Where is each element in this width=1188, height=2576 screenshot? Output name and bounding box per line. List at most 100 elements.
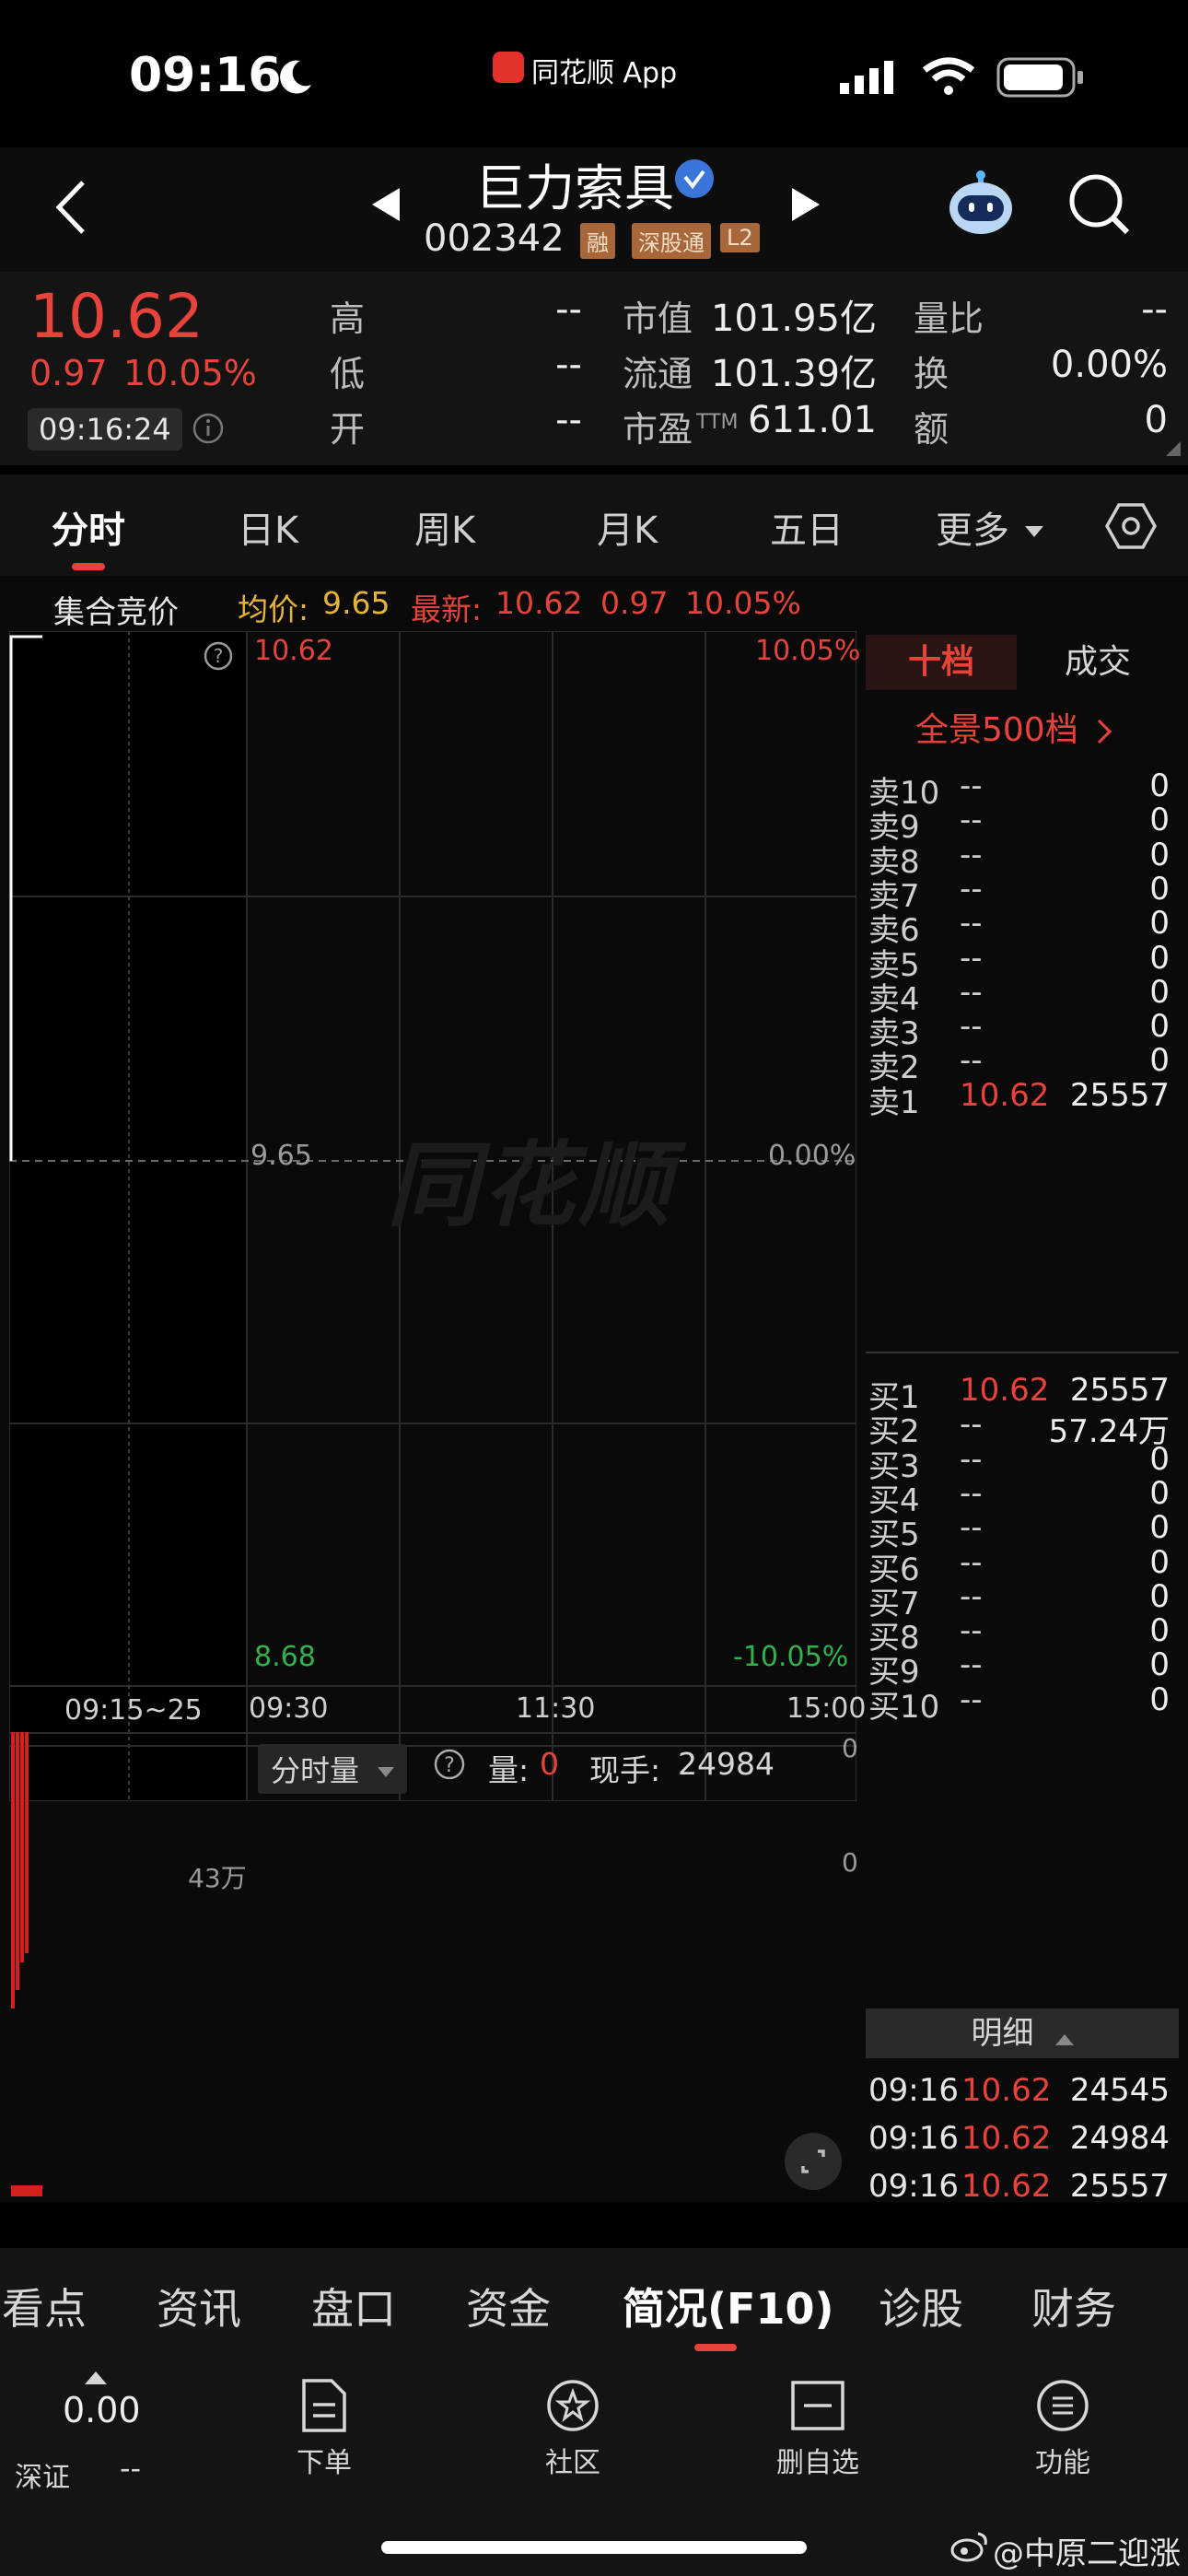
detail-header[interactable]: 明细: [866, 2008, 1179, 2058]
vol-axis-top: 0: [842, 1733, 858, 1763]
app-label: 同花顺 App: [531, 57, 678, 89]
community-button[interactable]: 社区: [490, 2377, 656, 2480]
document-icon: [302, 2379, 346, 2432]
auction-volume-svg: [11, 1732, 29, 2008]
caret-down-icon: [1024, 526, 1043, 537]
index-widget[interactable]: 0.00 深证 --: [9, 2368, 175, 2506]
tab-trades[interactable]: 成交: [1017, 635, 1179, 690]
stock-title: 巨力索具: [475, 159, 674, 217]
tab-diagnosis[interactable]: 诊股: [879, 2276, 963, 2336]
auction-label: 集合竞价: [53, 594, 179, 631]
low-label: 低: [330, 354, 366, 394]
tab-five-day[interactable]: 五日: [770, 500, 844, 554]
price-axis-bottom: 8.68: [254, 1641, 316, 1673]
tab-intraday[interactable]: 分时: [52, 500, 125, 554]
stock-code: 002342: [424, 217, 565, 260]
trade-price: 10.62: [961, 2168, 1052, 2205]
panorama-link[interactable]: 全景500档: [915, 703, 1112, 751]
star-badge-icon: [547, 2380, 599, 2431]
time-open: 09:30: [249, 1692, 329, 1725]
bid-level-label: 买10: [868, 1688, 940, 1726]
price-change: 0.97: [29, 353, 108, 393]
trade-volume: 24545: [1069, 2072, 1170, 2109]
low-value: --: [555, 344, 582, 386]
chevron-left-icon: [55, 181, 85, 234]
active-bottom-tab-indicator: [694, 2344, 737, 2351]
market-cap-value: 101.95亿: [711, 298, 877, 340]
nav-bar: 巨力索具 002342 融 深股通 L2: [0, 147, 1188, 272]
tab-news[interactable]: 资讯: [157, 2276, 241, 2336]
moon-icon: [274, 57, 315, 98]
robot-icon: [949, 170, 1012, 234]
pct-axis-top: 10.05%: [755, 635, 861, 667]
caret-up-icon: [85, 2371, 107, 2384]
latest-value: 10.62: [495, 585, 583, 621]
remove-watchlist-button[interactable]: 删自选: [735, 2377, 901, 2480]
tab-monthly-k[interactable]: 月K: [597, 500, 658, 554]
tab-financials[interactable]: 财务: [1031, 2276, 1116, 2336]
trade-price: 10.62: [961, 2072, 1052, 2109]
avg-price-value: 9.65: [322, 585, 390, 621]
bottom-tabs: 看点 资讯 盘口 资金 简况(F10) 诊股 财务: [0, 2248, 1188, 2368]
verified-icon: [674, 158, 715, 199]
remove-watchlist-label: 删自选: [776, 2447, 859, 2479]
chart-help-icon[interactable]: ?: [203, 640, 234, 672]
back-button[interactable]: [52, 175, 107, 240]
badge-connect: 深股通: [632, 223, 711, 259]
info-icon[interactable]: [192, 412, 225, 445]
pct-axis-bottom: -10.05%: [733, 1641, 849, 1673]
next-stock-button[interactable]: [790, 186, 821, 223]
fullscreen-button[interactable]: [785, 2133, 842, 2190]
high-value: --: [555, 288, 582, 331]
pe-label-text: 市盈: [623, 409, 693, 450]
tab-handicap[interactable]: 盘口: [311, 2276, 396, 2336]
functions-label: 功能: [1035, 2447, 1090, 2479]
tab-profile-f10[interactable]: 简况(F10): [623, 2276, 833, 2336]
minus-box-icon: [791, 2381, 844, 2430]
vol-axis-mid: 0: [842, 1847, 858, 1878]
volume-help-icon[interactable]: ?: [433, 1748, 466, 1781]
volume-bar: [11, 1732, 15, 2008]
time-midday: 11:30: [516, 1692, 596, 1725]
bid-volume: 0: [1149, 1680, 1170, 1718]
chart-tabs: 分时 日K 周K 月K 五日 更多: [0, 474, 1188, 576]
vol-axis-left: 43万: [188, 1863, 247, 1893]
signal-icon: [840, 61, 897, 94]
tab-funds[interactable]: 资金: [466, 2276, 551, 2336]
tab-weekly-k[interactable]: 周K: [414, 500, 475, 554]
amount-value: 0: [1144, 399, 1168, 441]
functions-button[interactable]: 功能: [980, 2377, 1146, 2480]
volume-selector[interactable]: 分时量: [258, 1744, 408, 1794]
avg-price-label: 均价:: [238, 591, 309, 627]
prev-stock-button[interactable]: [370, 186, 402, 223]
tab-highlights[interactable]: 看点: [2, 2276, 87, 2336]
trade-detail-row: 09:16 10.62 25557: [866, 2157, 1179, 2218]
time-close: 15:00: [786, 1692, 867, 1725]
ask-row[interactable]: 卖1 10.62 25557: [866, 1066, 1179, 1127]
book-divider: [866, 1352, 1179, 1353]
auction-volume-column: [11, 1732, 44, 2045]
latest-change-pct: 10.05%: [685, 585, 801, 621]
pct-axis-mid: 0.00%: [768, 1140, 856, 1172]
order-button[interactable]: 下单: [241, 2377, 407, 2480]
chart-settings-button[interactable]: [1105, 502, 1157, 550]
svg-text:?: ?: [444, 1754, 455, 1777]
tab-daily-k[interactable]: 日K: [238, 500, 298, 554]
bid-row[interactable]: 买10 -- 0: [866, 1670, 1179, 1731]
search-button[interactable]: [1068, 173, 1133, 238]
ask-price: 10.62: [960, 1076, 1050, 1114]
index-name: 深证: [15, 2462, 70, 2494]
tab-ten-level[interactable]: 十档: [866, 635, 1017, 690]
quote-panel: 10.62 0.97 10.05% 09:16:24 高 -- 低 -- 开 -…: [0, 272, 1188, 465]
tab-more[interactable]: 更多: [936, 500, 1043, 554]
chart-area: 集合竞价 均价: 9.65 最新: 10.62 0.97 10.05% 同花顺 …: [0, 576, 1188, 2205]
ask-volume: 25557: [1069, 1076, 1170, 1114]
trade-volume: 25557: [1069, 2168, 1170, 2205]
clock: 09:16: [129, 48, 282, 103]
badge-l2: L2: [720, 223, 760, 252]
assistant-robot-button[interactable]: [945, 168, 1017, 240]
weibo-icon: [950, 2530, 989, 2563]
amount-label: 额: [914, 409, 949, 450]
turnover-label: 换: [914, 354, 949, 394]
expand-corner-icon[interactable]: [1166, 441, 1181, 456]
